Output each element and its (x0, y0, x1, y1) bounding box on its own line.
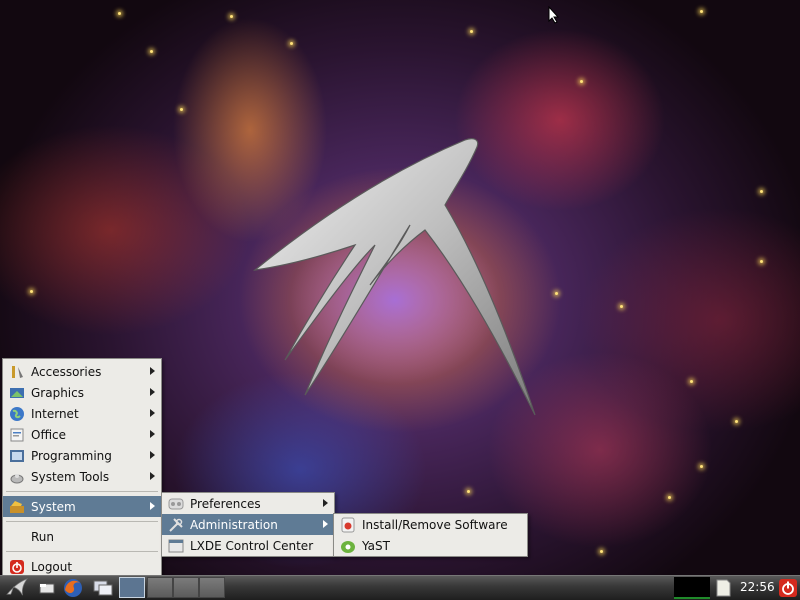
system-icon (10, 500, 24, 513)
menu-separator (6, 521, 158, 522)
submenu-arrow-icon (323, 520, 328, 528)
mouse-cursor-icon (548, 6, 560, 24)
menu-item-lxde-control-center[interactable]: LXDE Control Center (162, 535, 334, 556)
menu-item-yast[interactable]: YaST (334, 535, 527, 556)
menu-item-run[interactable]: Run (3, 526, 161, 547)
window-switcher-icon[interactable] (92, 578, 114, 598)
star (467, 490, 470, 493)
control-center-icon (168, 539, 184, 552)
submenu-arrow-icon (150, 388, 155, 396)
menu-item-programming[interactable]: Programming (3, 445, 161, 466)
menu-item-system[interactable]: System (3, 496, 161, 517)
menu-item-label: Logout (31, 559, 73, 574)
cpu-monitor (674, 577, 710, 599)
star (700, 465, 703, 468)
lxde-swift-logo (252, 138, 536, 416)
main-menu: Accessories Graphics Internet Office Pro… (2, 358, 162, 580)
menu-separator (6, 551, 158, 552)
administration-icon (169, 517, 183, 532)
firefox-icon[interactable] (62, 578, 84, 598)
star (118, 12, 121, 15)
menu-item-label: Preferences (190, 496, 261, 511)
submenu-arrow-icon (150, 472, 155, 480)
menu-item-office[interactable]: Office (3, 424, 161, 445)
menu-item-graphics[interactable]: Graphics (3, 382, 161, 403)
menu-item-label: Administration (190, 517, 278, 532)
menu-item-label: Programming (31, 448, 112, 463)
star (230, 15, 233, 18)
power-button-icon[interactable] (778, 578, 798, 598)
star (150, 50, 153, 53)
menu-item-logout[interactable]: Logout (3, 556, 161, 577)
star (690, 380, 693, 383)
menu-item-label: Install/Remove Software (362, 517, 508, 532)
star (620, 305, 623, 308)
menu-item-label: System Tools (31, 469, 110, 484)
menu-item-install-remove-software[interactable]: Install/Remove Software (334, 514, 527, 535)
system-tools-icon (10, 473, 24, 483)
menu-item-label: Run (31, 529, 55, 544)
menu-item-administration[interactable]: Administration (162, 514, 334, 535)
yast-icon (341, 540, 355, 553)
desktop-1-button[interactable] (119, 577, 145, 598)
desktop-2-button[interactable] (147, 577, 173, 598)
desktop-4-button[interactable] (199, 577, 225, 598)
menu-item-label: LXDE Control Center (190, 538, 314, 553)
submenu-arrow-icon (150, 367, 155, 375)
submenu-arrow-icon (150, 430, 155, 438)
star (700, 10, 703, 13)
clock[interactable]: 22:56 (740, 580, 775, 594)
desktop-3-button[interactable] (173, 577, 199, 598)
office-icon (10, 428, 24, 441)
star (555, 292, 558, 295)
administration-submenu: Install/Remove Software YaST (333, 513, 528, 557)
clipboard-icon[interactable] (714, 578, 732, 598)
install-software-icon (341, 517, 355, 532)
preferences-icon (168, 498, 184, 509)
menu-item-preferences[interactable]: Preferences (162, 493, 334, 514)
graphics-icon (10, 387, 24, 398)
logout-icon (10, 559, 24, 574)
star (580, 80, 583, 83)
submenu-arrow-icon (150, 502, 155, 510)
menu-item-label: Graphics (31, 385, 84, 400)
star (180, 108, 183, 111)
file-manager-icon[interactable] (38, 578, 56, 598)
menu-item-accessories[interactable]: Accessories (3, 361, 161, 382)
star (30, 290, 33, 293)
submenu-arrow-icon (323, 499, 328, 507)
menu-item-label: YaST (362, 538, 390, 553)
star (470, 30, 473, 33)
menu-separator (6, 491, 158, 492)
star (760, 190, 763, 193)
accessories-icon (12, 365, 23, 378)
menu-item-label: Internet (31, 406, 79, 421)
menu-item-label: Accessories (31, 364, 102, 379)
internet-icon (10, 406, 24, 421)
star (668, 496, 671, 499)
submenu-arrow-icon (150, 451, 155, 459)
start-menu-icon[interactable] (4, 577, 32, 597)
menu-item-internet[interactable]: Internet (3, 403, 161, 424)
menu-item-label: Office (31, 427, 67, 442)
star (735, 420, 738, 423)
system-submenu: Preferences Administration LXDE Control … (161, 492, 335, 557)
star (600, 550, 603, 553)
submenu-arrow-icon (150, 409, 155, 417)
star (290, 42, 293, 45)
menu-item-label: System (31, 499, 76, 514)
taskbar: 22:56 (0, 575, 800, 600)
menu-item-system-tools[interactable]: System Tools (3, 466, 161, 487)
programming-icon (10, 449, 24, 462)
star (760, 260, 763, 263)
